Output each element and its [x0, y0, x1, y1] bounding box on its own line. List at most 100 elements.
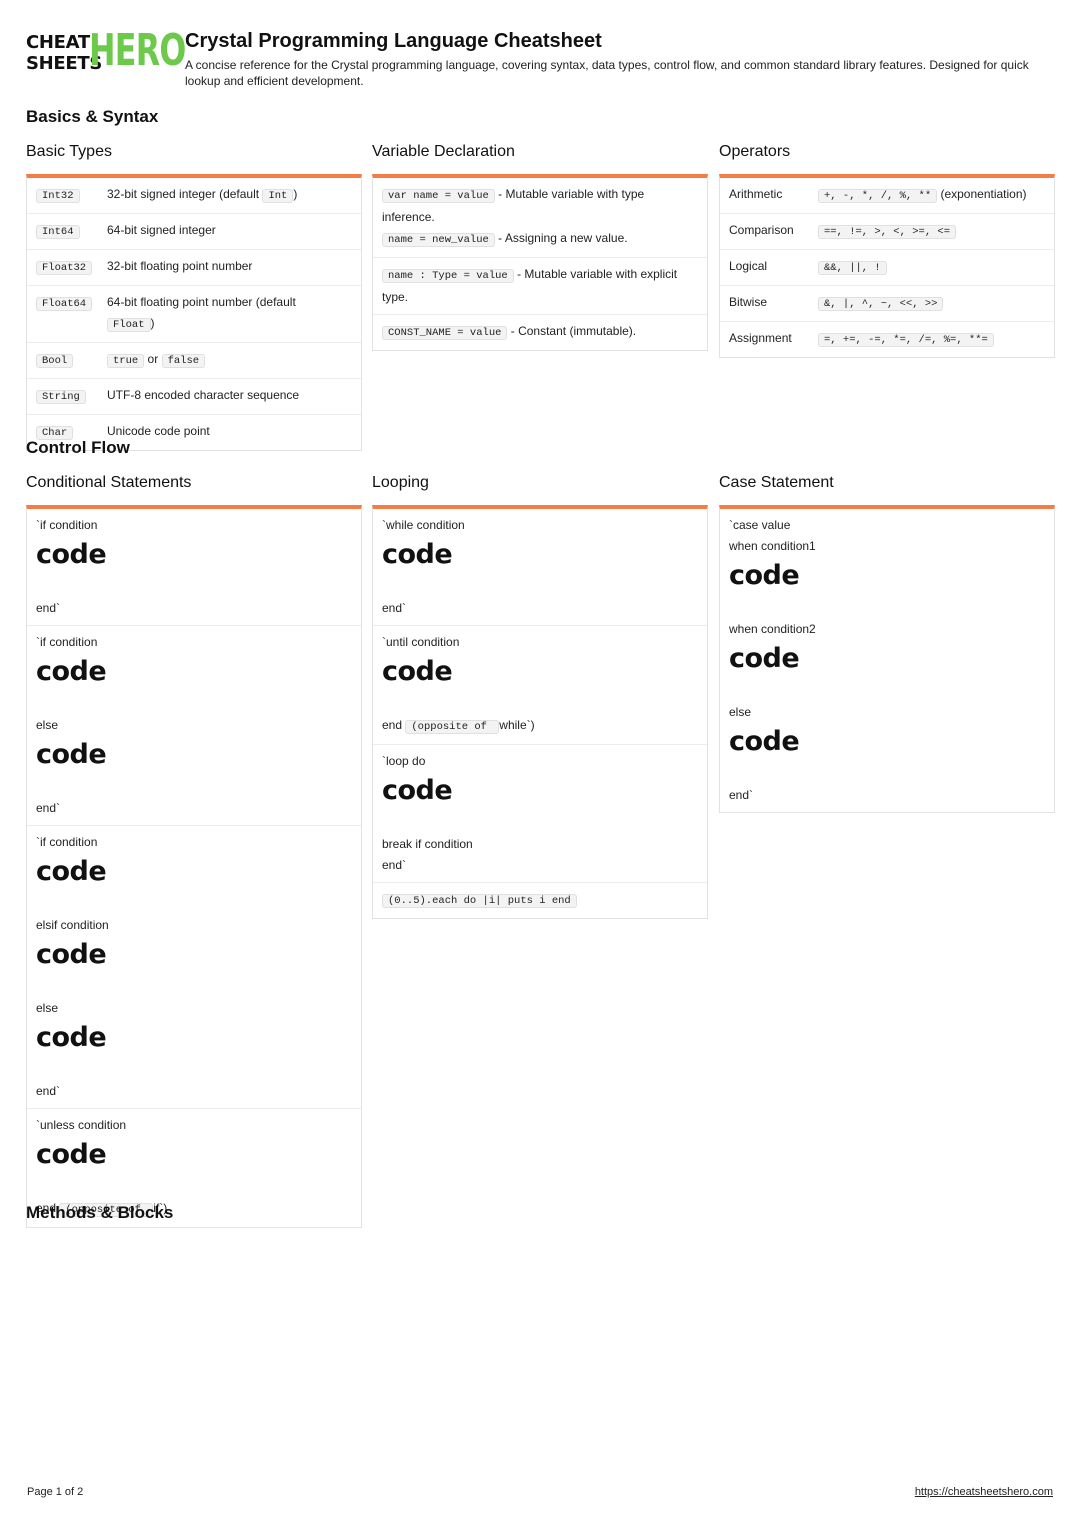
variable-declaration-card: Variable Declaration var name = value - …	[372, 142, 708, 351]
code-line: `until condition	[382, 635, 460, 649]
list-item: `case value when condition1 code when co…	[720, 509, 1054, 812]
item-desc: - Assigning a new value.	[494, 231, 628, 245]
code-line: `if condition	[36, 635, 98, 649]
inline-code: (opposite of	[405, 720, 500, 734]
inline-code: var name = value	[382, 189, 495, 203]
code-line: else	[729, 705, 752, 719]
inline-code: name : Type = value	[382, 269, 514, 283]
operator-note: (exponentiation)	[937, 187, 1027, 201]
type-desc: 64-bit floating point number (default	[107, 295, 296, 309]
table-row: Float32 32-bit floating point number	[27, 250, 361, 286]
list-item: var name = value - Mutable variable with…	[373, 178, 707, 258]
code-line: end	[382, 718, 403, 732]
looping-card: Looping `while condition code end` `unti…	[372, 473, 708, 919]
inline-code: ==, !=, >, <, >=, <=	[818, 225, 957, 239]
type-desc-end: )	[150, 316, 155, 330]
list-item: `until condition code end (opposite of w…	[373, 626, 707, 745]
code-heading: code	[729, 643, 800, 674]
inline-code: =, +=, -=, *=, /=, %=, **=	[818, 333, 994, 347]
code-line: when condition1	[729, 539, 816, 553]
code-line: `unless condition	[36, 1118, 127, 1132]
code-heading: code	[36, 1139, 107, 1170]
type-desc: 32-bit floating point number	[107, 259, 253, 273]
card-title: Variable Declaration	[372, 143, 515, 160]
code-line: end`	[36, 801, 61, 815]
code-heading: code	[382, 656, 453, 687]
code-line: end`	[382, 601, 407, 615]
list-item: `while condition code end`	[373, 509, 707, 626]
table-row: String UTF-8 encoded character sequence	[27, 379, 361, 415]
code-line: while`)	[499, 718, 535, 732]
type-code: Float64	[36, 297, 93, 311]
code-line: end`	[36, 1084, 61, 1098]
table-row: Int32 32-bit signed integer (default Int…	[27, 178, 361, 214]
table-row: Int64 64-bit signed integer	[27, 214, 361, 250]
table-row: Logical &&, ||, !	[720, 250, 1054, 286]
card-title: Basic Types	[26, 143, 112, 160]
basic-types-card: Basic Types Int32 32-bit signed integer …	[26, 142, 362, 451]
card-title: Conditional Statements	[26, 474, 192, 491]
page-subtitle: A concise reference for the Crystal prog…	[185, 58, 1029, 88]
table-row: Comparison ==, !=, >, <, >=, <=	[720, 214, 1054, 250]
page-title: Crystal Programming Language Cheatsheet	[185, 30, 602, 52]
conditional-statements-card: Conditional Statements `if condition cod…	[26, 473, 362, 1228]
list-item: `if condition code elsif condition code …	[27, 826, 361, 1109]
code-heading: code	[36, 539, 107, 570]
operator-category: Arithmetic	[729, 187, 783, 201]
code-line: end`	[36, 601, 61, 615]
inline-code: CONST_NAME = value	[382, 326, 508, 340]
section-title-basics: Basics & Syntax	[26, 107, 159, 126]
type-desc-end: )	[293, 187, 298, 201]
inline-code: +, -, *, /, %, **	[818, 189, 938, 203]
item-desc: - Constant (immutable).	[507, 324, 637, 338]
table-row: Bool true or false	[27, 343, 361, 379]
page-number: Page 1 of 2	[27, 1486, 84, 1498]
list-item: name : Type = value - Mutable variable w…	[373, 258, 707, 315]
code-line: `loop do	[382, 754, 426, 768]
code-heading: code	[36, 739, 107, 770]
code-line: end`	[729, 788, 754, 802]
inline-code: name = new_value	[382, 233, 495, 247]
type-code: String	[36, 390, 86, 404]
code-heading: code	[36, 656, 107, 687]
table-row: Assignment =, +=, -=, *=, /=, %=, **=	[720, 322, 1054, 357]
card-title: Looping	[372, 474, 429, 491]
inline-code: &&, ||, !	[818, 261, 887, 275]
inline-code: true	[107, 354, 145, 368]
code-heading: code	[382, 775, 453, 806]
inline-code: false	[161, 354, 206, 368]
section-title-control-flow: Control Flow	[26, 438, 130, 457]
inline-code: (0..5).each do |i| puts i end	[382, 894, 577, 908]
inline-code: Int	[262, 189, 294, 203]
card-title: Case Statement	[719, 474, 834, 491]
header: CHEAT SHEETS HERO Crystal Programming Lan…	[26, 28, 1056, 89]
code-heading: code	[36, 1022, 107, 1053]
code-heading: code	[36, 939, 107, 970]
list-item: (0..5).each do |i| puts i end	[373, 883, 707, 918]
cheatsheetshero-logo[interactable]: CHEAT SHEETS HERO	[26, 28, 186, 76]
type-code: Int64	[36, 225, 80, 239]
code-line: when condition2	[729, 622, 816, 636]
type-desc: or	[144, 352, 162, 366]
list-item: `if condition code end`	[27, 509, 361, 626]
type-code: Bool	[36, 354, 74, 368]
inline-code: Float	[107, 318, 151, 332]
type-desc: 32-bit signed integer (default	[107, 187, 263, 201]
operator-category: Comparison	[729, 223, 794, 237]
section-title-methods-blocks: Methods & Blocks	[26, 1203, 174, 1222]
operator-category: Bitwise	[729, 295, 768, 309]
code-line: else	[36, 1001, 59, 1015]
type-code: Int32	[36, 189, 80, 203]
code-line: `if condition	[36, 518, 98, 532]
site-link[interactable]: https://cheatsheetshero.com	[915, 1486, 1053, 1498]
code-heading: code	[382, 539, 453, 570]
table-row: Bitwise &, |, ^, ~, <<, >>	[720, 286, 1054, 322]
logo-hero: HERO	[89, 25, 186, 76]
table-row: Arithmetic +, -, *, /, %, ** (exponentiat…	[720, 178, 1054, 214]
code-line: break if condition	[382, 837, 473, 851]
type-code: Float32	[36, 261, 93, 275]
code-heading: code	[36, 856, 107, 887]
list-item: `if condition code else code end`	[27, 626, 361, 826]
code-line: end`	[382, 858, 407, 872]
operator-category: Logical	[729, 259, 768, 273]
